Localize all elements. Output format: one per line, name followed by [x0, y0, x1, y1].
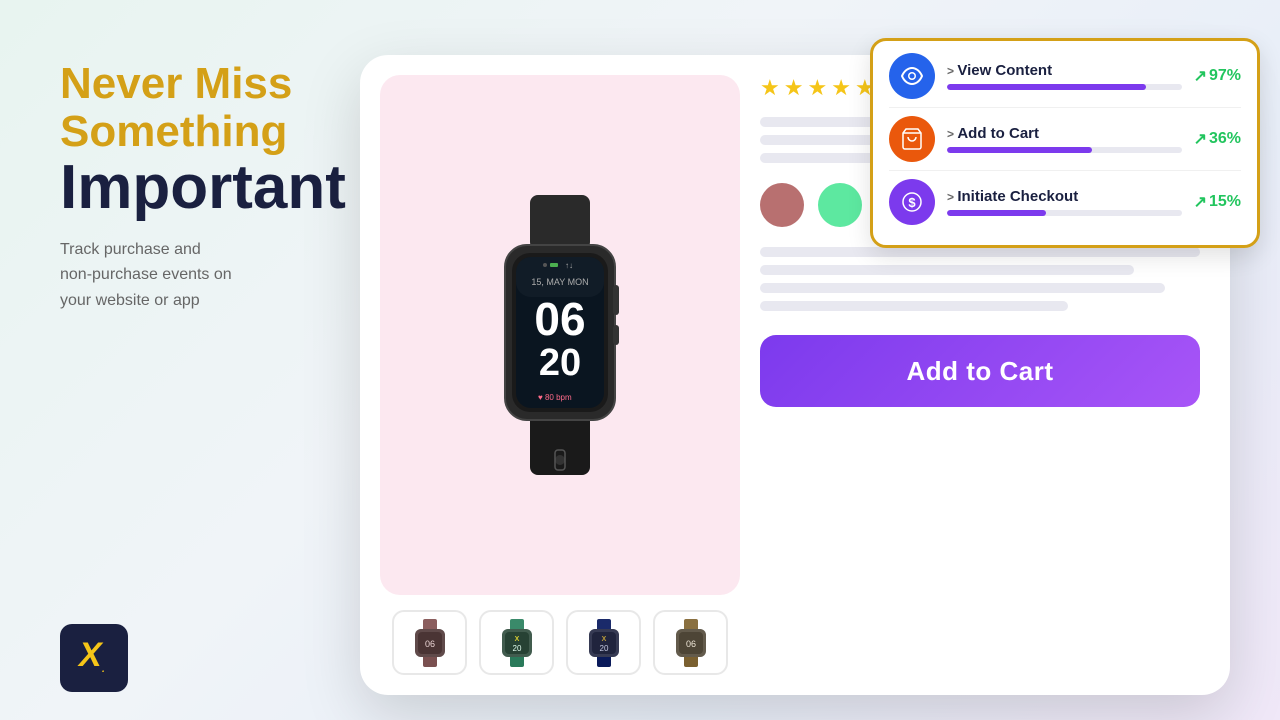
view-content-label: > View Content	[947, 62, 1182, 79]
metric-row-view-content: > View Content ↗ 97%	[889, 53, 1241, 99]
thumbnail-gold[interactable]: 06	[653, 610, 728, 675]
svg-text:↑↓: ↑↓	[565, 261, 573, 270]
headline-line2: Important	[60, 157, 400, 219]
svg-text:.: .	[102, 664, 105, 674]
add-to-cart-prefix: >	[947, 127, 957, 141]
add-to-cart-content: > Add to Cart	[947, 125, 1182, 153]
add-to-cart-icon-bg	[889, 116, 935, 162]
checkout-bar	[947, 210, 1046, 216]
view-content-bar	[947, 84, 1146, 90]
view-content-arrow: ↗	[1194, 66, 1207, 86]
view-content-text: View Content	[957, 62, 1052, 79]
description-text: Track purchase andnon-purchase events on…	[60, 237, 400, 314]
metrics-card: > View Content ↗ 97%	[870, 38, 1260, 248]
view-content-pct-value: 97%	[1209, 67, 1241, 85]
view-content-bar-bg	[947, 84, 1182, 90]
view-content-prefix: >	[947, 64, 957, 78]
checkout-text: Initiate Checkout	[957, 188, 1078, 205]
svg-text:♥ 80 bpm: ♥ 80 bpm	[538, 393, 572, 402]
add-to-cart-button[interactable]: Add to Cart	[760, 335, 1200, 407]
more-desc-lines	[760, 247, 1200, 311]
checkout-pct-value: 15%	[1209, 193, 1241, 211]
checkout-label: > Initiate Checkout	[947, 188, 1182, 205]
thumbnails-row: 06 X 20 X 20	[380, 610, 740, 675]
checkout-icon-bg: $	[889, 179, 935, 225]
metrics-overlay: > View Content ↗ 97%	[870, 38, 1260, 248]
headline-line1: Never Miss Something	[60, 60, 400, 157]
checkout-content: > Initiate Checkout	[947, 188, 1182, 216]
star-4: ★	[831, 75, 851, 101]
more-line-2	[760, 265, 1134, 275]
add-to-cart-bar-bg	[947, 147, 1182, 153]
add-to-cart-metric-label: > Add to Cart	[947, 125, 1182, 142]
product-image-area: 15, MAY MON 06 20 ♥ 80 bpm ↑↓	[380, 75, 740, 595]
view-content-pct: ↗ 97%	[1194, 66, 1241, 86]
thumbnail-mint[interactable]: X 20	[479, 610, 554, 675]
divider-2	[889, 170, 1241, 171]
view-content-icon-bg	[889, 53, 935, 99]
more-line-3	[760, 283, 1165, 293]
view-content-content: > View Content	[947, 62, 1182, 90]
divider-1	[889, 107, 1241, 108]
left-section: Never Miss Something Important Track pur…	[60, 60, 400, 314]
checkout-arrow: ↗	[1194, 192, 1207, 212]
star-2: ★	[784, 75, 804, 101]
checkout-prefix: >	[947, 190, 957, 204]
add-to-cart-pct-value: 36%	[1209, 130, 1241, 148]
more-line-4	[760, 301, 1068, 311]
metric-row-checkout: $ > Initiate Checkout ↗ 15%	[889, 179, 1241, 225]
add-to-cart-arrow: ↗	[1194, 129, 1207, 149]
more-line-1	[760, 247, 1200, 257]
swatch-rose[interactable]	[760, 183, 804, 227]
svg-text:$: $	[908, 195, 916, 210]
star-1: ★	[760, 75, 780, 101]
svg-text:06: 06	[534, 293, 585, 345]
thumbnail-rose[interactable]: 06	[392, 610, 467, 675]
svg-text:20: 20	[539, 342, 581, 384]
svg-text:X: X	[77, 636, 104, 674]
add-to-cart-bar	[947, 147, 1092, 153]
add-to-cart-metric-text: Add to Cart	[957, 125, 1039, 142]
watch-image: 15, MAY MON 06 20 ♥ 80 bpm ↑↓	[450, 195, 670, 475]
thumbnail-navy[interactable]: X 20	[566, 610, 641, 675]
add-to-cart-pct: ↗ 36%	[1194, 129, 1241, 149]
swatch-mint[interactable]	[818, 183, 862, 227]
metric-row-add-to-cart: > Add to Cart ↗ 36%	[889, 116, 1241, 162]
logo-text: X .	[74, 634, 114, 682]
checkout-pct: ↗ 15%	[1194, 192, 1241, 212]
star-3: ★	[807, 75, 827, 101]
logo[interactable]: X .	[60, 624, 128, 692]
checkout-bar-bg	[947, 210, 1182, 216]
